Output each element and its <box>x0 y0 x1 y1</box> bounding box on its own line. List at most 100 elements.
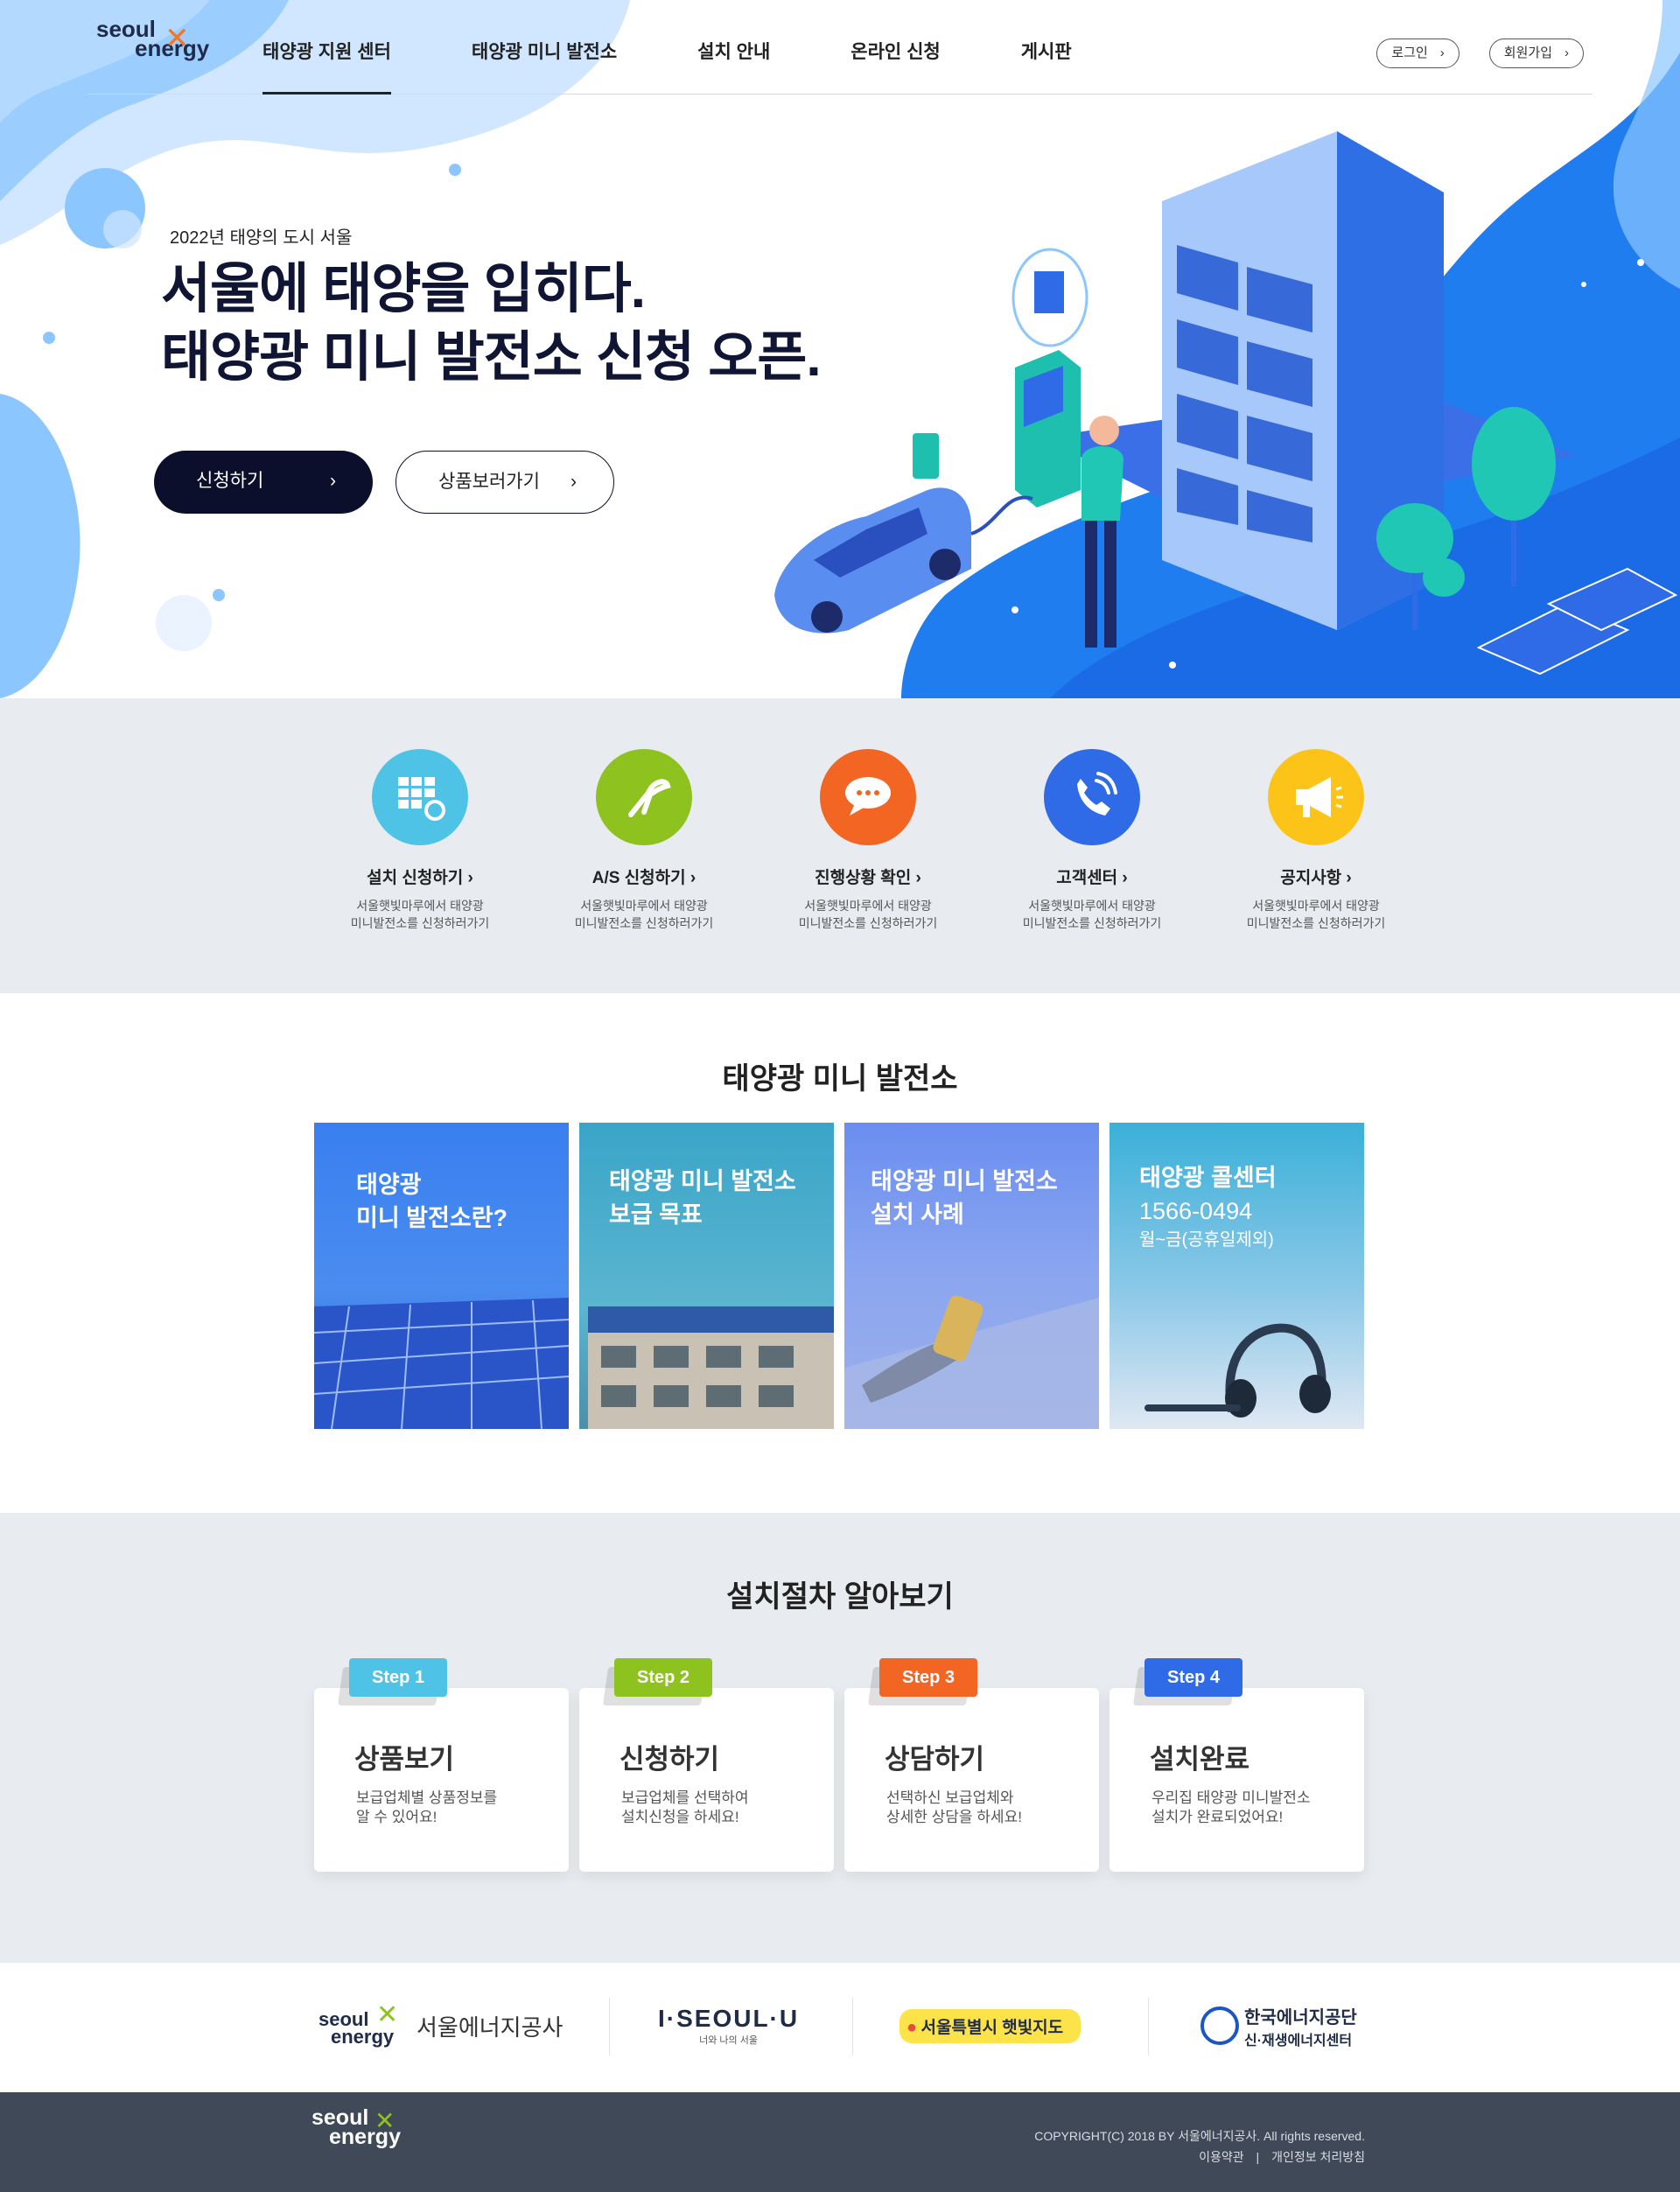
card-distribution-goal[interactable]: 태양광 미니 발전소 보급 목표 <box>579 1123 834 1429</box>
privacy-policy-link[interactable]: 개인정보 처리방침 <box>1271 2150 1365 2164</box>
quick-link-icon-circle <box>1268 749 1364 845</box>
call-center-hours: 월~금(공휴일제외) <box>1139 1230 1274 1250</box>
step-desc-line1: 보급업체를 선택하여 <box>621 1789 749 1806</box>
megaphone-icon <box>1296 777 1343 817</box>
quick-link-desc-line1: 서울햇빛마루에서 태양광 <box>356 899 484 913</box>
footer-logo[interactable]: seoul energy ✕ <box>312 2107 401 2148</box>
hero-headline-line1: 서울에 태양을 입히다. <box>161 259 646 319</box>
quick-link-title: 공지사항 › <box>1280 869 1352 887</box>
partner-name: 서울에너지공사 <box>416 2013 564 2041</box>
footer-logo-mark-icon: ✕ <box>374 2107 396 2134</box>
quick-link-desc-line2: 미니발전소를 신청하러가기 <box>574 916 714 930</box>
footer-link-separator: | <box>1256 2150 1260 2164</box>
menu-item-solar-support[interactable]: 태양광 지원 센터 <box>262 0 391 95</box>
quick-link-icon-circle <box>372 749 468 845</box>
partner-name: I·SEOUL·U <box>658 2005 800 2032</box>
partner-iseoulu[interactable]: I·SEOUL·U 너와 나의 서울 <box>658 1989 799 2062</box>
section-title-mini-plant: 태양광 미니 발전소 <box>722 1062 958 1096</box>
energy-agency-emblem-icon <box>1200 2006 1239 2045</box>
call-center-phone-number: 1566-0494 <box>1139 1198 1253 1224</box>
quick-link-icon-circle <box>1044 749 1140 845</box>
apply-button[interactable]: 신청하기 › <box>154 451 373 514</box>
login-button[interactable]: 로그인 › <box>1376 39 1460 68</box>
partner-divider <box>609 1998 610 2055</box>
step-tag: Step 1 <box>349 1658 447 1697</box>
step-tag: Step 3 <box>879 1658 977 1697</box>
step-desc-line1: 선택하신 보급업체와 <box>886 1789 1014 1806</box>
quick-link-title: 진행상황 확인 › <box>815 869 921 887</box>
card-title-line1: 태양광 미니 발전소 <box>871 1168 1058 1194</box>
card-install-cases[interactable]: 태양광 미니 발전소설치 사례 <box>844 1123 1099 1429</box>
quick-link-desc-line2: 미니발전소를 신청하러가기 <box>350 916 490 930</box>
quick-links: 설치 신청하기 › 서울햇빛마루에서 태양광미니발전소를 신청하러가기 A/S … <box>308 749 1428 932</box>
quick-link-desc: 서울햇빛마루에서 태양광 미니발전소를 신청하러가기 <box>1204 897 1428 932</box>
step-title: 신청하기 <box>620 1744 720 1775</box>
step-desc: 선택하신 보급업체와 상세한 상담을 하세요! <box>886 1789 1022 1827</box>
hero-headline: 서울에 태양을 입히다. 태양광 미니 발전소 신청 오픈. <box>161 256 822 392</box>
quick-link-icon-circle <box>596 749 692 845</box>
chevron-right-icon: › <box>1439 46 1445 60</box>
step-title: 상담하기 <box>885 1744 985 1775</box>
menu-item-board[interactable]: 게시판 <box>1021 0 1072 95</box>
solar-panel-gear-icon <box>398 777 445 821</box>
menu-item-install-guide[interactable]: 설치 안내 <box>697 0 770 95</box>
partner-divider <box>852 1998 853 2055</box>
partner-subtitle: 신·재생에너지센터 <box>1244 2033 1353 2048</box>
map-pin-icon: ● <box>906 2017 918 2037</box>
quick-link-desc-line1: 서울햇빛마루에서 태양광 <box>580 899 708 913</box>
partner-solar-map-badge: ● 서울특별시 햇빛지도 <box>900 2008 1082 2043</box>
menu-item-online-apply[interactable]: 온라인 신청 <box>850 0 940 95</box>
step-card-4: Step 4 설치완료 우리집 태양광 미니발전소 설치가 완료되었어요! <box>1110 1658 1364 1872</box>
quick-link-icon-circle <box>820 749 916 845</box>
signup-button[interactable]: 회원가입 › <box>1488 39 1584 68</box>
step-desc-line2: 알 수 있어요! <box>356 1809 438 1825</box>
hero-headline-line2: 태양광 미니 발전소 신청 오픈. <box>161 327 822 388</box>
chevron-right-icon: › <box>570 472 577 492</box>
login-label: 로그인 <box>1391 46 1428 60</box>
quick-link-desc-line2: 미니발전소를 신청하러가기 <box>1022 916 1162 930</box>
card-title-line1: 태양광 콜센터 <box>1139 1165 1277 1191</box>
partner-divider <box>1148 1998 1149 2055</box>
step-title: 상품보기 <box>354 1744 455 1775</box>
quick-link-title: 고객센터 › <box>1056 869 1128 887</box>
terms-link[interactable]: 이용약관 <box>1199 2150 1244 2164</box>
card-call-center[interactable]: 태양광 콜센터 1566-0494 월~금(공휴일제외) <box>1110 1123 1364 1429</box>
step-card-2: Step 2 신청하기 보급업체를 선택하여 설치신청을 하세요! <box>579 1658 834 1872</box>
quick-link-title: 설치 신청하기 › <box>367 869 473 887</box>
partner-energy-agency[interactable]: 한국에너지공단 신·재생에너지센터 <box>1200 1989 1357 2062</box>
chevron-right-icon: › <box>1564 46 1569 60</box>
quick-link-desc-line1: 서울햇빛마루에서 태양광 <box>804 899 932 913</box>
partner-seoul-energy[interactable]: seoul energy ✕ 서울에너지공사 <box>318 1989 563 2062</box>
card-what-is-mini-plant[interactable]: 태양광미니 발전소란? <box>314 1123 569 1429</box>
view-products-button[interactable]: 상품보러가기 › <box>396 451 614 514</box>
menu-item-mini-plant[interactable]: 태양광 미니 발전소 <box>472 0 617 95</box>
step-desc-line1: 보급업체별 상품정보를 <box>356 1789 498 1806</box>
card-title-line1: 태양광 <box>356 1172 422 1198</box>
quick-link-notice[interactable]: 공지사항 › 서울햇빛마루에서 태양광 미니발전소를 신청하러가기 <box>1204 749 1428 932</box>
quick-link-customer-center[interactable]: 고객센터 › 서울햇빛마루에서 태양광 미니발전소를 신청하러가기 <box>980 749 1204 932</box>
step-title: 설치완료 <box>1150 1744 1250 1775</box>
quick-link-desc-line2: 미니발전소를 신청하러가기 <box>798 916 938 930</box>
quick-link-title: A/S 신청하기 › <box>592 869 696 887</box>
card-title: 태양광 콜센터 1566-0494 월~금(공휴일제외) <box>1139 1161 1277 1252</box>
mini-plant-cards: 태양광미니 발전소란? 태양광 미니 발전소 보급 목표 태양광 미니 발전소설치… <box>314 1123 1364 1429</box>
quick-link-as-apply[interactable]: A/S 신청하기 › 서울햇빛마루에서 태양광미니발전소를 신청하러가기 <box>532 749 756 932</box>
partners-section: seoul energy ✕ 서울에너지공사 I·SEOUL·U 너와 나의 서… <box>0 1963 1680 2092</box>
quick-link-desc: 서울햇빛마루에서 태양광미니발전소를 신청하러가기 <box>756 897 980 932</box>
card-title: 태양광 미니 발전소 보급 목표 <box>609 1165 796 1231</box>
partner-solar-map[interactable]: ● 서울특별시 햇빛지도 <box>900 1989 1082 2062</box>
step-card-3: Step 3 상담하기 선택하신 보급업체와 상세한 상담을 하세요! <box>844 1658 1099 1872</box>
card-title-line2: 설치 사례 <box>871 1201 964 1228</box>
card-title-line2: 미니 발전소란? <box>356 1205 508 1231</box>
chat-bubble-icon <box>845 777 891 816</box>
quick-link-desc: 서울햇빛마루에서 태양광미니발전소를 신청하러가기 <box>532 897 756 932</box>
step-desc-line2: 설치가 완료되었어요! <box>1152 1809 1284 1825</box>
partner-subtitle: 너와 나의 서울 <box>699 2035 758 2046</box>
pliers-icon <box>628 779 671 817</box>
quick-link-install-apply[interactable]: 설치 신청하기 › 서울햇빛마루에서 태양광미니발전소를 신청하러가기 <box>308 749 532 932</box>
site-footer: seoul energy ✕ COPYRIGHT(C) 2018 BY 서울에너… <box>0 2092 1680 2192</box>
quick-link-progress-check[interactable]: 진행상황 확인 › 서울햇빛마루에서 태양광미니발전소를 신청하러가기 <box>756 749 980 932</box>
quick-link-desc: 서울햇빛마루에서 태양광미니발전소를 신청하러가기 <box>308 897 532 932</box>
brand-logo[interactable]: seoul energy ✕ <box>96 18 209 60</box>
step-desc-line2: 설치신청을 하세요! <box>621 1809 739 1825</box>
